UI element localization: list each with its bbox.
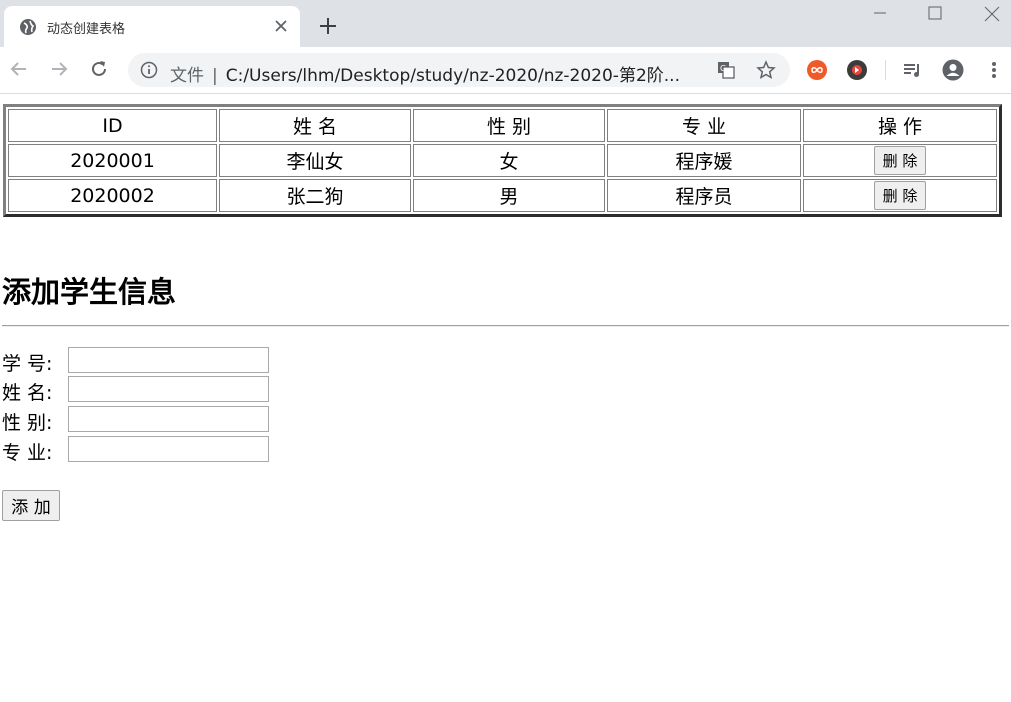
cell-id: 2020001 [8,144,217,177]
url-path: C:/Users/lhm/Desktop/study/nz-2020/nz-20… [225,66,680,86]
student-id-label: 学 号: [2,353,53,375]
delete-button[interactable]: 删 除 [873,181,927,210]
table-header-row: ID 姓 名 性 别 专 业 操 作 [8,109,997,142]
cell-action: 删 除 [803,179,997,212]
divider [2,325,1009,327]
name-label: 姓 名: [2,382,53,404]
delete-button[interactable]: 删 除 [873,146,927,175]
cell-gender: 男 [413,179,605,212]
header-id: ID [8,109,217,142]
header-major: 专 业 [607,109,801,142]
table-row: 2020001 李仙女 女 程序媛 删 除 [8,144,997,177]
header-name: 姓 名 [219,109,411,142]
form-title: 添加学生信息 [2,275,177,309]
browser-tab[interactable]: 动态创建表格 [4,6,300,47]
major-input[interactable] [68,436,269,462]
minimize-icon[interactable] [870,4,890,24]
avatar-icon[interactable] [942,59,964,81]
cell-gender: 女 [413,144,605,177]
close-icon[interactable] [272,17,290,35]
forward-arrow-icon[interactable] [48,58,70,80]
reload-icon[interactable] [88,58,110,80]
kebab-menu-icon[interactable] [983,59,1005,81]
audio-extension-icon[interactable] [846,59,868,81]
tab-title: 动态创建表格 [47,22,126,37]
toolbar-separator [885,60,886,80]
url-scheme-label: 文件 [170,66,204,86]
add-button[interactable]: 添 加 [2,490,60,521]
url-separator: | [212,66,218,86]
cell-name: 李仙女 [219,144,411,177]
translate-icon[interactable]: G [716,60,736,80]
cell-id: 2020002 [8,179,217,212]
name-input[interactable] [68,376,269,402]
infinity-extension-icon[interactable] [806,59,828,81]
playlist-icon[interactable] [901,59,923,81]
plus-icon[interactable] [318,16,338,36]
cell-action: 删 除 [803,144,997,177]
gender-input[interactable] [68,406,269,432]
star-icon[interactable] [756,60,776,80]
address-bar[interactable]: 文件 | C:/Users/lhm/Desktop/study/nz-2020/nz… [128,53,790,87]
globe-icon [20,19,36,35]
url-text[interactable]: 文件 | C:/Users/lhm/Desktop/study/nz-2020/nz… [170,61,680,86]
cell-major: 程序媛 [607,144,801,177]
student-id-input[interactable] [68,347,269,373]
maximize-icon[interactable] [925,4,945,24]
cell-major: 程序员 [607,179,801,212]
table-row: 2020002 张二狗 男 程序员 删 除 [8,179,997,212]
browser-toolbar: 文件 | C:/Users/lhm/Desktop/study/nz-2020/nz… [0,47,1011,94]
back-arrow-icon[interactable] [8,58,30,80]
window-close-icon[interactable] [982,4,1002,24]
page-content: ID 姓 名 性 别 专 业 操 作 2020001 李仙女 女 程序媛 删 除… [0,94,1011,702]
svg-text:G: G [720,64,726,73]
header-action: 操 作 [803,109,997,142]
info-icon[interactable] [140,61,158,79]
gender-label: 性 别: [2,412,53,434]
major-label: 专 业: [2,442,53,464]
tab-strip: 动态创建表格 [0,0,1011,47]
header-gender: 性 别 [413,109,605,142]
students-table: ID 姓 名 性 别 专 业 操 作 2020001 李仙女 女 程序媛 删 除… [3,104,1002,217]
cell-name: 张二狗 [219,179,411,212]
